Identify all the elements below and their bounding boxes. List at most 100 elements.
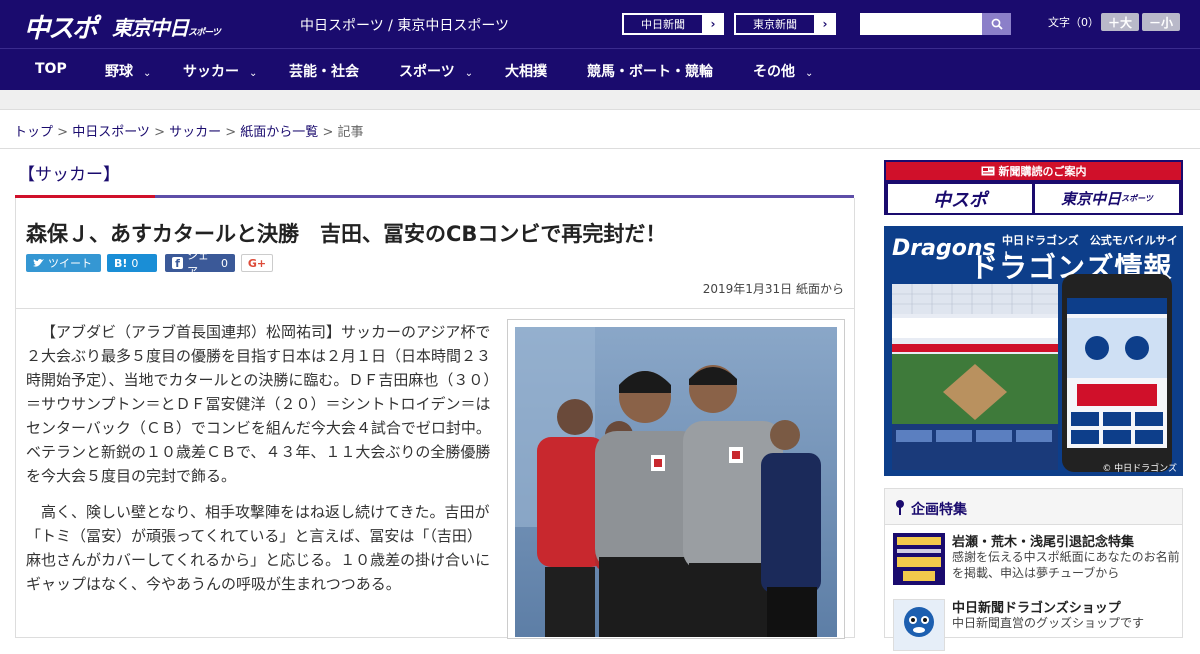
nav-item-entertainment[interactable]: 芸能・社会 bbox=[289, 61, 359, 81]
article-date: 2019年1月31日 紙面から bbox=[702, 282, 844, 296]
facebook-icon: f bbox=[172, 257, 183, 270]
nav-item-soccer[interactable]: サッカー ⌄ bbox=[183, 61, 257, 81]
dragons-mascot-image bbox=[894, 600, 944, 650]
article-photo[interactable] bbox=[515, 327, 837, 637]
chuspo-logo[interactable]: 中スポ bbox=[24, 8, 98, 45]
newspaper-icon bbox=[981, 166, 994, 176]
nav-label: サッカー bbox=[183, 64, 239, 80]
google-plus-icon: G+ bbox=[247, 256, 267, 270]
dragons-info-banner[interactable]: Dragons 中日ドラゴンズ 公式モバイルサイト ドラゴンズ情報 © 中日ドラ… bbox=[884, 226, 1183, 476]
nav-item-sumo[interactable]: 大相撲 bbox=[505, 61, 547, 81]
dragons-screen-image bbox=[892, 284, 1058, 470]
article-title: 森保Ｊ、あすカタールと決勝 吉田、冨安のCBコンビで再完封だ！ bbox=[26, 222, 667, 246]
feature-thumb bbox=[893, 533, 945, 585]
subscribe-tokyo-chunichi[interactable]: 東京中日 スポーツ bbox=[1035, 184, 1179, 213]
chunichi-shimbun-label: 中日新聞 bbox=[623, 14, 703, 34]
hatena-bookmark-button[interactable]: B! 0 bbox=[107, 254, 157, 272]
phone-screen-image bbox=[1067, 298, 1167, 444]
feature-item-title: 中日新聞ドラゴンズショップ bbox=[952, 601, 1121, 616]
chevron-right-icon: › bbox=[822, 17, 828, 31]
breadcrumb-shimen-list[interactable]: 紙面から一覧 bbox=[240, 125, 318, 140]
font-size-label: 文字（0） bbox=[1048, 16, 1099, 29]
search-input[interactable] bbox=[860, 13, 982, 35]
subscribe-chuspo[interactable]: 中スポ bbox=[888, 184, 1032, 213]
nav-label: 野球 bbox=[105, 64, 133, 80]
breadcrumb-sep: > bbox=[318, 125, 338, 140]
nav-label: 競馬・ボート・競輪 bbox=[587, 64, 713, 80]
feature-item[interactable]: 中日新聞ドラゴンズショップ 中日新聞直営のグッズショップです bbox=[893, 593, 1178, 651]
hatena-count: 0 bbox=[131, 256, 139, 270]
feature-item[interactable]: 岩瀬・荒木・浅尾引退記念特集 感謝を伝える中スポ紙面にあなたのお名前を掲載、申込… bbox=[893, 527, 1180, 585]
tweet-button[interactable]: ツイート bbox=[26, 254, 101, 272]
global-nav: TOP 野球 ⌄ サッカー ⌄ 芸能・社会 スポーツ ⌄ 大相撲 競馬・ボート・競輪 … bbox=[0, 48, 1200, 90]
nav-item-top[interactable]: TOP bbox=[35, 61, 67, 77]
tokyo-logo-small: スポーツ bbox=[188, 28, 221, 38]
facebook-share-button[interactable]: f シェア 0 bbox=[165, 249, 235, 278]
players-photo-image bbox=[515, 327, 837, 637]
breadcrumb-sep: > bbox=[53, 125, 73, 140]
breadcrumb-current: 記事 bbox=[337, 125, 364, 140]
site-name: 中日スポーツ / 東京中日スポーツ bbox=[300, 18, 510, 34]
phone-screen bbox=[1067, 298, 1167, 448]
nav-item-keiba[interactable]: 競馬・ボート・競輪 bbox=[587, 61, 713, 81]
chevron-down-icon: ⌄ bbox=[464, 68, 474, 79]
chevron-down-icon: ⌄ bbox=[249, 68, 258, 79]
feature-box: 企画特集 岩瀬・荒木・浅尾引退記念特集 感謝を伝える中スポ紙面にあなたのお名前を… bbox=[884, 488, 1183, 651]
nav-label: 芸能・社会 bbox=[289, 64, 359, 80]
phone-mockup bbox=[1062, 274, 1172, 472]
article-body: 【アブダビ（アラブ首長国連邦）松岡祐司】サッカーのアジア杯で２大会ぶり最多５度目… bbox=[26, 320, 491, 608]
google-plus-button[interactable]: G+ bbox=[241, 254, 273, 272]
font-smaller-button[interactable]: －小 bbox=[1142, 13, 1180, 31]
breadcrumb-sep: > bbox=[221, 125, 241, 140]
article-category: 【サッカー】 bbox=[18, 165, 120, 185]
chevron-down-icon: ⌄ bbox=[143, 68, 152, 79]
breadcrumb-top[interactable]: トップ bbox=[14, 125, 53, 140]
subscribe-banner-header: 新聞購読のご案内 bbox=[886, 162, 1181, 180]
nav-label: TOP bbox=[35, 61, 67, 77]
feature-item-desc: 中日新聞直営のグッズショップです bbox=[952, 616, 1145, 630]
subscribe-tokyo-text: 東京中日 bbox=[1061, 190, 1122, 208]
breadcrumb-chunichi-sports[interactable]: 中日スポーツ bbox=[72, 125, 150, 140]
divider bbox=[0, 148, 1200, 149]
subscribe-title: 新聞購読のご案内 bbox=[998, 165, 1087, 178]
feature-item-desc: 感謝を伝える中スポ紙面にあなたのお名前を掲載、申込は夢チューブから bbox=[952, 550, 1180, 580]
twitter-icon bbox=[33, 259, 44, 267]
tokyo-chunichi-logo[interactable]: 東京中日スポーツ bbox=[112, 12, 221, 41]
divider bbox=[16, 308, 854, 309]
article-photo-frame bbox=[507, 319, 845, 639]
search-button[interactable] bbox=[982, 13, 1011, 35]
feature-title: 企画特集 bbox=[911, 502, 967, 518]
article-box: 森保Ｊ、あすカタールと決勝 吉田、冨安のCBコンビで再完封だ！ ツイート B! … bbox=[15, 198, 855, 639]
tokyo-logo-text: 東京中日 bbox=[112, 16, 189, 40]
nav-item-other[interactable]: その他 ⌄ bbox=[753, 61, 813, 81]
dragons-copyright: © 中日ドラゴンズ bbox=[1102, 464, 1177, 474]
breadcrumb: トップ > 中日スポーツ > サッカー > 紙面から一覧 > 記事 bbox=[14, 121, 364, 140]
article-paragraph: 高く、険しい壁となり、相手攻撃陣をはね返し続けてきた。吉田が「トミ（冨安）が頑張… bbox=[26, 503, 491, 593]
tokyo-shimbun-button[interactable]: 東京新聞 › bbox=[734, 13, 836, 35]
nav-label: スポーツ bbox=[399, 64, 455, 80]
article-paragraph: 【アブダビ（アラブ首長国連邦）松岡祐司】サッカーのアジア杯で２大会ぶり最多５度目… bbox=[26, 323, 492, 485]
chevron-down-icon: ⌄ bbox=[805, 68, 814, 79]
site-header: 中スポ 東京中日スポーツ 中日スポーツ / 東京中日スポーツ 中日新聞 › 東京… bbox=[0, 0, 1200, 48]
subscribe-tokyo-small: スポーツ bbox=[1121, 194, 1153, 203]
chunichi-shimbun-button[interactable]: 中日新聞 › bbox=[622, 13, 724, 35]
search-icon bbox=[991, 18, 1003, 30]
chevron-right-icon: › bbox=[710, 17, 716, 31]
subscribe-banner[interactable]: 新聞購読のご案内 中スポ 東京中日 スポーツ bbox=[884, 160, 1183, 215]
hatena-icon: B! bbox=[114, 256, 128, 270]
retirement-feature-thumb-image bbox=[893, 533, 945, 585]
breadcrumb-sep: > bbox=[149, 125, 170, 140]
nav-item-baseball[interactable]: 野球 ⌄ bbox=[105, 61, 151, 81]
tweet-label: ツイート bbox=[48, 257, 92, 270]
feature-header: 企画特集 bbox=[885, 489, 1182, 525]
feature-item-title: 岩瀬・荒木・浅尾引退記念特集 bbox=[952, 535, 1135, 550]
font-larger-button[interactable]: ＋大 bbox=[1101, 13, 1139, 31]
breadcrumb-soccer[interactable]: サッカー bbox=[169, 125, 221, 140]
facebook-share-count: 0 bbox=[221, 256, 228, 270]
facebook-share-label: シェア bbox=[186, 249, 209, 278]
tokyo-shimbun-label: 東京新聞 bbox=[735, 14, 815, 34]
nav-label: 大相撲 bbox=[505, 64, 547, 80]
nav-item-sports[interactable]: スポーツ ⌄ bbox=[399, 61, 473, 81]
pin-icon bbox=[896, 500, 904, 515]
nav-label: その他 bbox=[753, 64, 795, 80]
